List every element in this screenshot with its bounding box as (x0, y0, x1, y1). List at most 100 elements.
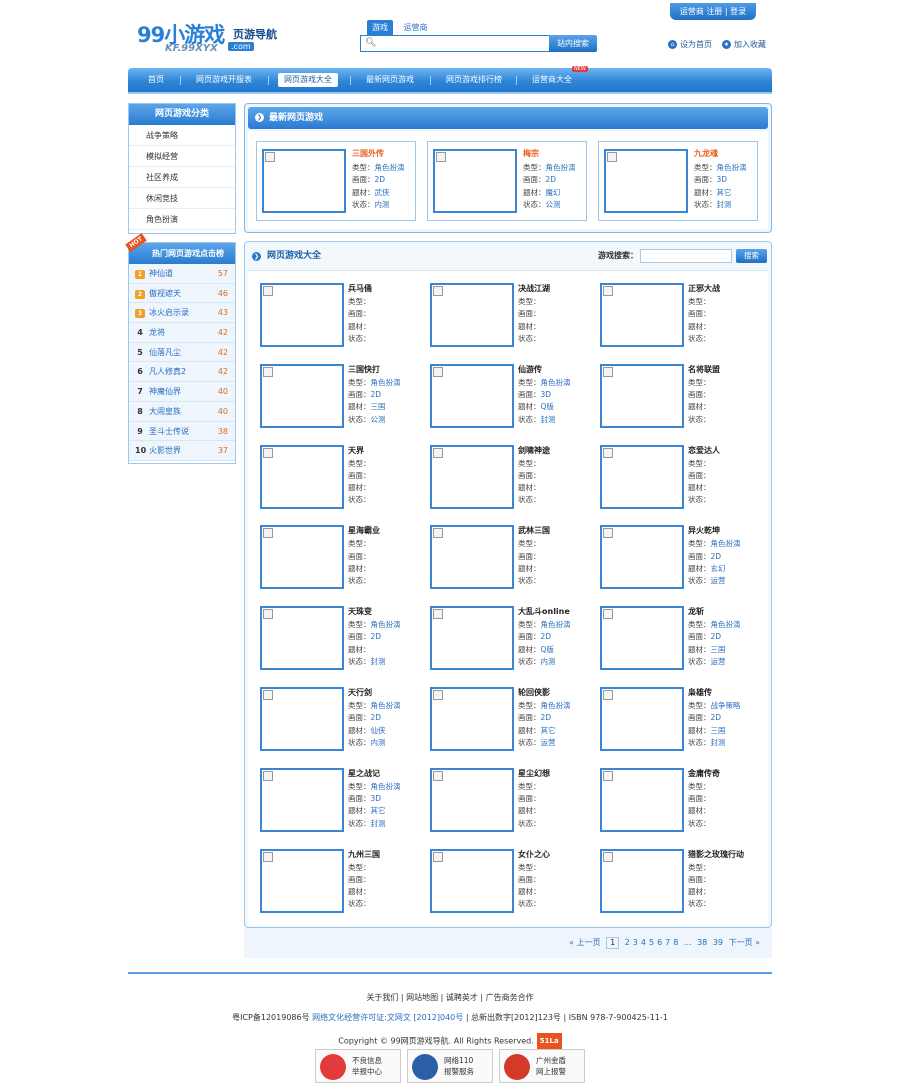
category-item[interactable]: 模拟经营 (129, 146, 235, 167)
hot-game-name[interactable]: 仙落凡尘 (149, 343, 181, 363)
attr-value[interactable]: 封测 (371, 657, 386, 666)
footer-badge[interactable]: 网络110 报警服务 (407, 1049, 493, 1083)
attr-value[interactable]: 3D (717, 175, 728, 184)
hot-game-name[interactable]: 圣斗士传说 (149, 422, 189, 442)
game-name[interactable]: 三国外传 (352, 148, 384, 159)
culture-license-link[interactable]: 网络文化经营许可证:文网文 [2012]040号 (312, 1013, 463, 1022)
nav-operators[interactable]: 运营商大全 (526, 73, 578, 87)
attr-value[interactable]: 武侠 (375, 188, 390, 197)
game-name[interactable]: 猎影之玫瑰行动 (688, 849, 744, 860)
attr-value[interactable]: 角色扮演 (371, 620, 401, 629)
game-card[interactable]: 星海霸业 类型： 画面： 题材： 状态： (260, 525, 420, 605)
game-thumbnail[interactable] (600, 283, 684, 347)
game-name[interactable]: 正邪大战 (688, 283, 720, 294)
add-favorite-link[interactable]: ★ 加入收藏 (722, 39, 766, 50)
pager-page[interactable]: 4 (641, 938, 646, 947)
attr-value[interactable]: 角色扮演 (541, 620, 571, 629)
game-card[interactable]: 金庸传奇 类型： 画面： 题材： 状态： (600, 767, 760, 848)
game-thumbnail[interactable] (260, 283, 344, 347)
hot-game-name[interactable]: 凡人修真2 (149, 362, 186, 382)
game-thumbnail[interactable] (260, 687, 344, 751)
attr-value[interactable]: 角色扮演 (371, 701, 401, 710)
game-card[interactable]: 异火乾坤 类型：角色扮演 画面：2D 题材：玄幻 状态：运营 (600, 525, 760, 605)
hot-game-name[interactable]: 神魔仙界 (149, 382, 181, 402)
attr-value[interactable]: Q版 (541, 402, 554, 411)
footer-badge[interactable]: 不良信息 举报中心 (315, 1049, 401, 1083)
game-thumbnail[interactable] (260, 363, 344, 428)
attr-value[interactable]: 角色扮演 (546, 163, 576, 172)
attr-value[interactable]: 角色扮演 (541, 378, 571, 387)
attr-value[interactable]: 2D (546, 175, 557, 184)
game-name[interactable]: 仙游传 (518, 364, 542, 375)
attr-value[interactable]: 其它 (541, 726, 556, 735)
attr-value[interactable]: 内测 (375, 200, 390, 209)
game-name[interactable]: 星之战记 (348, 768, 380, 779)
game-card[interactable]: 女仆之心 类型： 画面： 题材： 状态： (430, 848, 590, 929)
game-thumbnail[interactable] (430, 525, 514, 590)
pager-page[interactable]: 5 (649, 938, 654, 947)
game-card[interactable]: 星尘幻想 类型： 画面： 题材： 状态： (430, 767, 590, 848)
stat-badge[interactable]: 51La (536, 1033, 562, 1049)
game-search-button[interactable]: 搜索 (736, 249, 767, 263)
game-name[interactable]: 天珠变 (348, 606, 372, 617)
game-thumbnail[interactable] (430, 687, 514, 751)
search-tab-operators[interactable]: 运营商 (399, 20, 433, 35)
game-card[interactable]: 仙游传 类型：角色扮演 画面：3D 题材：Q版 状态：封测 (430, 363, 590, 444)
hot-game-name[interactable]: 大闹皇族 (149, 402, 181, 422)
game-name[interactable]: 剑啸神途 (518, 445, 550, 456)
hot-ranking-row[interactable]: 10 火影世界 37 (129, 441, 235, 461)
attr-value[interactable]: 角色扮演 (711, 539, 741, 548)
attr-value[interactable]: 其它 (717, 188, 732, 197)
game-thumbnail[interactable] (600, 606, 684, 671)
attr-value[interactable]: 2D (375, 175, 386, 184)
game-card[interactable]: 天珠变 类型：角色扮演 画面：2D 题材： 状态：封测 (260, 606, 420, 686)
nav-new-games[interactable]: 最新网页游戏 (360, 73, 420, 87)
game-card[interactable]: 九龙魂 类型：角色扮演 画面：3D 题材：其它 状态：封测 (598, 141, 758, 221)
hot-game-name[interactable]: 火影世界 (149, 441, 181, 461)
nav-all-games[interactable]: 网页游戏大全 (278, 73, 338, 87)
game-card[interactable]: 轮回侠影 类型：角色扮演 画面：2D 题材：其它 状态：运营 (430, 687, 590, 767)
attr-value[interactable]: 三国 (711, 645, 726, 654)
hot-ranking-row[interactable]: 4 龙将 42 (129, 323, 235, 343)
attr-value[interactable]: 三国 (711, 726, 726, 735)
category-item[interactable]: 休闲竞技 (129, 188, 235, 209)
game-name[interactable]: 九龙魂 (694, 148, 718, 159)
game-name[interactable]: 天行剑 (348, 687, 372, 698)
hot-ranking-row[interactable]: 9 圣斗士传说 38 (129, 421, 235, 442)
category-item[interactable]: 社区养成 (129, 167, 235, 188)
footer-badge[interactable]: 广州金盾 网上报警 (499, 1049, 585, 1083)
pager-page[interactable]: 8 (673, 938, 678, 947)
game-card[interactable]: 天界 类型： 画面： 题材： 状态： (260, 444, 420, 525)
hot-game-name[interactable]: 冰火启示录 (149, 303, 189, 323)
game-name[interactable]: 决战江湖 (518, 283, 550, 294)
hot-game-name[interactable]: 傲视遮天 (149, 284, 181, 304)
hot-ranking-row[interactable]: 3 冰火启示录 43 (129, 303, 235, 324)
game-thumbnail[interactable] (430, 363, 514, 428)
game-thumbnail[interactable] (600, 687, 684, 751)
game-thumbnail[interactable] (260, 525, 344, 590)
game-card[interactable]: 天行剑 类型：角色扮演 画面：2D 题材：仙侠 状态：内测 (260, 687, 420, 767)
hot-ranking-row[interactable]: 6 凡人修真2 42 (129, 362, 235, 383)
game-name[interactable]: 武林三国 (518, 525, 550, 536)
game-card[interactable]: 龙斩 类型：角色扮演 画面：2D 题材：三国 状态：运营 (600, 606, 760, 686)
game-name[interactable]: 恋爱达人 (688, 445, 720, 456)
game-name[interactable]: 星尘幻想 (518, 768, 550, 779)
category-item[interactable]: 战争策略 (129, 125, 235, 146)
attr-value[interactable]: 公测 (546, 200, 561, 209)
attr-value[interactable]: 2D (371, 632, 382, 641)
game-thumbnail[interactable] (600, 444, 684, 509)
attr-value[interactable]: 内测 (541, 657, 556, 666)
attr-value[interactable]: 角色扮演 (541, 701, 571, 710)
pager-page[interactable]: 6 (657, 938, 662, 947)
game-name[interactable]: 女仆之心 (518, 849, 550, 860)
game-thumbnail[interactable] (260, 848, 344, 913)
game-card[interactable]: 剑啸神途 类型： 画面： 题材： 状态： (430, 444, 590, 525)
game-thumbnail[interactable] (600, 525, 684, 590)
attr-value[interactable]: 封测 (371, 819, 386, 828)
game-card[interactable]: 枭雄传 类型：战争策略 画面：2D 题材：三国 状态：封测 (600, 687, 760, 767)
game-name[interactable]: 名将联盟 (688, 364, 720, 375)
game-name[interactable]: 大乱斗online (518, 606, 570, 617)
attr-value[interactable]: 封测 (717, 200, 732, 209)
game-thumbnail[interactable] (260, 444, 344, 509)
game-thumbnail[interactable] (430, 606, 514, 671)
